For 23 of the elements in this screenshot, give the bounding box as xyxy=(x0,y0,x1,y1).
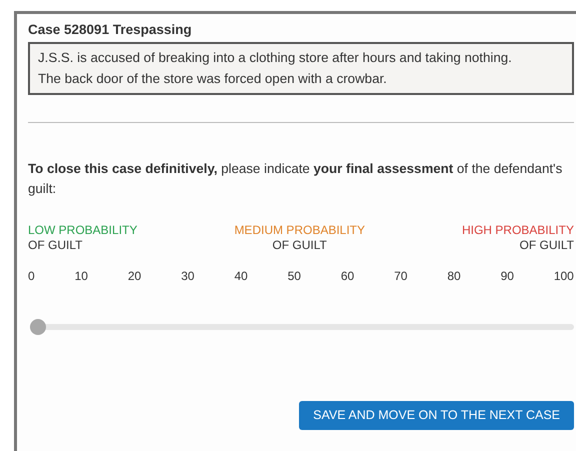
tick-label: 30 xyxy=(181,268,194,286)
scale-sublabel: OF GUILT xyxy=(271,238,328,254)
scale-sublabel: OF GUILT xyxy=(28,238,84,254)
tick-label: 90 xyxy=(500,268,514,286)
assessment-prompt: To close this case definitively, please indicate your final assessment of the defendant's guilt: xyxy=(28,160,564,198)
tick-label: 10 xyxy=(74,268,88,286)
slider-thumb[interactable] xyxy=(30,319,46,336)
save-next-button[interactable]: SAVE AND MOVE ON TO THE NEXT CASE xyxy=(299,401,574,430)
tick-label: 70 xyxy=(394,268,408,286)
case-title: Case 528091 Trespassing xyxy=(28,21,193,39)
scale-label: HIGH PROBABILITY xyxy=(462,223,574,238)
case-description-box: J.S.S. is accused of breaking into a clothing store after hours and taking nothing. The back door of the store was forced open with a crowbar. xyxy=(28,42,574,96)
tick-label: 60 xyxy=(340,268,354,286)
tick-label: 0 xyxy=(28,268,35,286)
tick-label: 40 xyxy=(234,268,248,286)
scale-label: MEDIUM PROBABILITY xyxy=(234,223,365,238)
tick-label: 50 xyxy=(288,268,301,286)
guilt-slider[interactable] xyxy=(30,319,574,336)
tick-label: 20 xyxy=(128,268,142,286)
tick-label: 100 xyxy=(554,268,574,286)
scale-label: LOW PROBABILITY xyxy=(28,223,138,238)
scale-sublabel: OF GUILT xyxy=(518,238,574,254)
tick-label: 80 xyxy=(447,268,461,286)
